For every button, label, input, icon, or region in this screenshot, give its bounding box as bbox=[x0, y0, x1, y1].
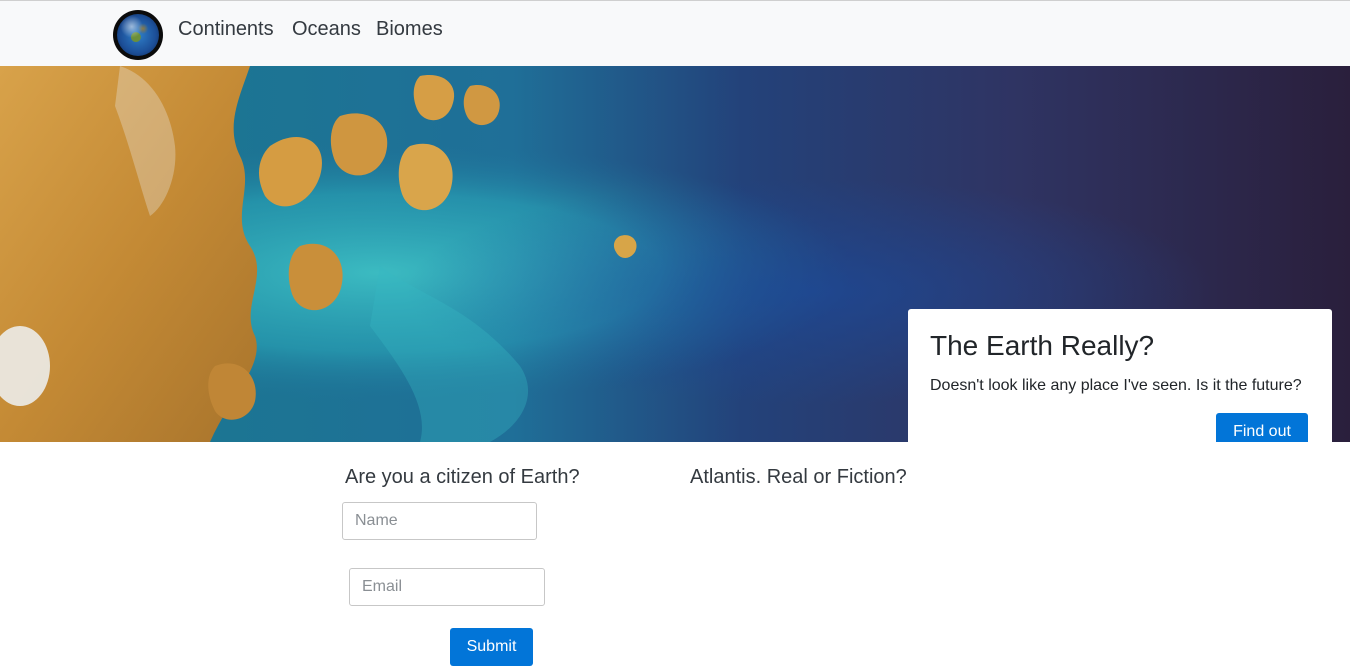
nav-link-continents[interactable]: Continents bbox=[178, 17, 274, 41]
email-input[interactable] bbox=[349, 568, 545, 606]
earth-logo-icon[interactable] bbox=[113, 10, 163, 60]
find-out-button[interactable]: Find out bbox=[1216, 413, 1308, 442]
atlantis-heading: Atlantis. Real or Fiction? bbox=[690, 466, 907, 488]
globe-icon bbox=[117, 14, 159, 56]
hero-card: The Earth Really? Doesn't look like any … bbox=[908, 309, 1332, 442]
hero-card-text: Doesn't look like any place I've seen. I… bbox=[930, 377, 1302, 394]
submit-button[interactable]: Submit bbox=[450, 628, 533, 666]
name-input[interactable] bbox=[342, 502, 537, 540]
hero-card-title: The Earth Really? bbox=[930, 330, 1155, 361]
nav-link-oceans[interactable]: Oceans bbox=[292, 17, 361, 41]
hero-banner: The Earth Really? Doesn't look like any … bbox=[0, 66, 1350, 442]
citizen-form-heading: Are you a citizen of Earth? bbox=[345, 466, 580, 488]
navbar: Continents Oceans Biomes bbox=[0, 0, 1350, 66]
nav-link-biomes[interactable]: Biomes bbox=[376, 17, 443, 41]
